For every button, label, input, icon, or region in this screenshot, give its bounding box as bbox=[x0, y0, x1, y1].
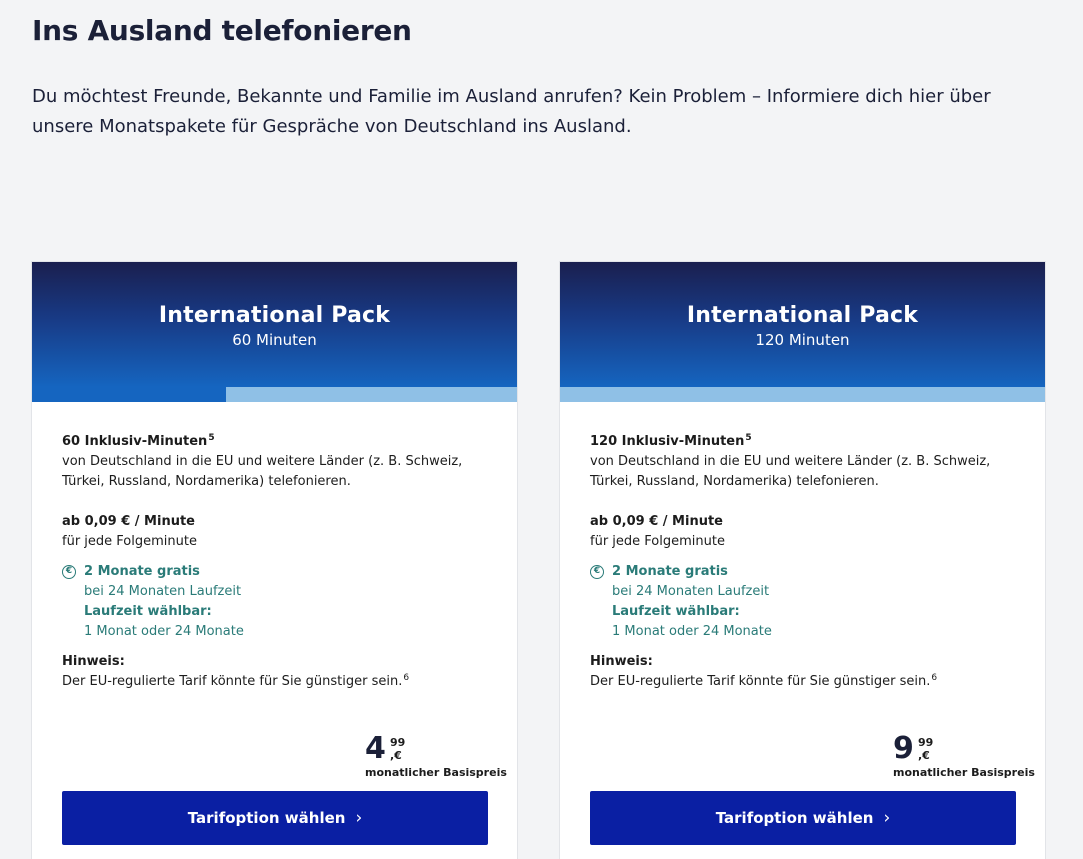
rate-label: ab 0,09 € / Minute bbox=[590, 514, 723, 529]
price-label: monatlicher Basispreis bbox=[365, 766, 507, 779]
note-text-line: Der EU-regulierte Tarif könnte für Sie g… bbox=[590, 672, 1015, 692]
card-title: International Pack bbox=[158, 303, 391, 328]
note-block: Hinweis: Der EU-regulierte Tarif könnte … bbox=[590, 652, 1015, 692]
intro-text: Du möchtest Freunde, Bekannte und Famili… bbox=[32, 86, 991, 137]
note-text-line: Der EU-regulierte Tarif könnte für Sie g… bbox=[62, 672, 487, 692]
price-block: 4 99 ,€ monatlicher Basispreis bbox=[358, 731, 507, 782]
minutes-label: 120 Inklusiv-Minuten5 bbox=[590, 432, 1015, 452]
tariff-card-120: International Pack 120 Minuten 120 Inklu… bbox=[559, 261, 1046, 859]
price-label: monatlicher Basispreis bbox=[893, 766, 1035, 779]
page: Ins Ausland telefonieren Du möchtest Fre… bbox=[0, 0, 1083, 859]
rate-description: für jede Folgeminute bbox=[62, 534, 197, 549]
card-subtitle: 120 Minuten bbox=[755, 331, 850, 349]
price-cents: 99 bbox=[390, 736, 406, 749]
minutes-description: von Deutschland in die EU und weitere Lä… bbox=[62, 454, 463, 489]
note-text: Der EU-regulierte Tarif könnte für Sie g… bbox=[62, 674, 403, 689]
term-description: 1 Monat oder 24 Monate bbox=[612, 624, 772, 639]
price-cents: 99 bbox=[918, 736, 934, 749]
card-subtitle: 60 Minuten bbox=[232, 331, 317, 349]
select-tariff-label: Tarifoption wählen bbox=[187, 809, 346, 827]
progress-bar bbox=[560, 387, 1045, 402]
promo-block: € 2 Monate gratis bei 24 Monaten Laufzei… bbox=[62, 562, 487, 642]
term-title: Laufzeit wählbar: bbox=[612, 604, 740, 619]
minutes-label-text: 60 Inklusiv-Minuten bbox=[62, 434, 208, 449]
minutes-label-text: 120 Inklusiv-Minuten bbox=[590, 434, 745, 449]
footnote-6[interactable]: 6 bbox=[931, 673, 937, 683]
footnote-5[interactable]: 5 bbox=[208, 433, 214, 443]
term-description: 1 Monat oder 24 Monate bbox=[84, 624, 244, 639]
price-currency: ,€ bbox=[390, 749, 402, 762]
euro-circle-icon: € bbox=[590, 565, 604, 579]
term-title: Laufzeit wählbar: bbox=[84, 604, 212, 619]
card-header: International Pack 120 Minuten bbox=[560, 262, 1045, 387]
tariff-card-60: International Pack 60 Minuten 60 Inklusi… bbox=[31, 261, 518, 859]
card-header: International Pack 60 Minuten bbox=[32, 262, 517, 387]
minutes-description: von Deutschland in die EU und weitere Lä… bbox=[590, 454, 991, 489]
note-text: Der EU-regulierte Tarif könnte für Sie g… bbox=[590, 674, 931, 689]
price-currency: ,€ bbox=[918, 749, 930, 762]
select-tariff-label: Tarifoption wählen bbox=[715, 809, 874, 827]
page-title: Ins Ausland telefonieren bbox=[32, 14, 412, 47]
progress-bar bbox=[32, 387, 517, 402]
promo-description: bei 24 Monaten Laufzeit bbox=[84, 584, 242, 599]
footnote-6[interactable]: 6 bbox=[403, 673, 409, 683]
chevron-right-icon: › bbox=[883, 807, 891, 828]
progress-bar-fill bbox=[32, 387, 226, 402]
note-title: Hinweis: bbox=[590, 654, 653, 669]
select-tariff-button[interactable]: Tarifoption wählen › bbox=[590, 791, 1016, 845]
minutes-label: 60 Inklusiv-Minuten5 bbox=[62, 432, 487, 452]
rate-description: für jede Folgeminute bbox=[590, 534, 725, 549]
card-title: International Pack bbox=[686, 303, 919, 328]
card-body: 60 Inklusiv-Minuten5 von Deutschland in … bbox=[32, 402, 517, 692]
chevron-right-icon: › bbox=[355, 807, 363, 828]
price-block: 9 99 ,€ monatlicher Basispreis bbox=[886, 731, 1035, 782]
promo-block: € 2 Monate gratis bei 24 Monaten Laufzei… bbox=[590, 562, 1015, 642]
footnote-5[interactable]: 5 bbox=[745, 433, 751, 443]
euro-circle-icon: € bbox=[62, 565, 76, 579]
note-block: Hinweis: Der EU-regulierte Tarif könnte … bbox=[62, 652, 487, 692]
promo-title: 2 Monate gratis bbox=[84, 564, 200, 579]
select-tariff-button[interactable]: Tarifoption wählen › bbox=[62, 791, 488, 845]
rate-label: ab 0,09 € / Minute bbox=[62, 514, 195, 529]
promo-title: 2 Monate gratis bbox=[612, 564, 728, 579]
price-integer: 4 bbox=[365, 731, 386, 766]
promo-description: bei 24 Monaten Laufzeit bbox=[612, 584, 770, 599]
card-body: 120 Inklusiv-Minuten5 von Deutschland in… bbox=[560, 402, 1045, 692]
note-title: Hinweis: bbox=[62, 654, 125, 669]
price-integer: 9 bbox=[893, 731, 914, 766]
